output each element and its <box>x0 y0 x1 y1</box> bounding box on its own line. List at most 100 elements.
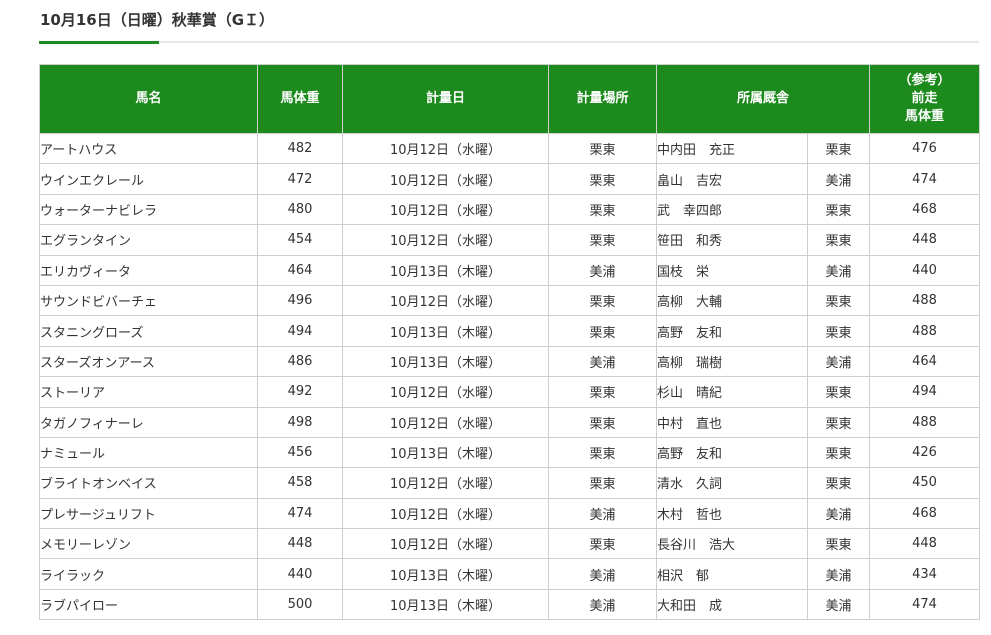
previous-weight-cell: 474 <box>869 163 981 195</box>
body-weight-cell: 492 <box>257 376 343 408</box>
stable-location-cell: 栗東 <box>806 528 871 560</box>
body-weight-cell: 482 <box>257 132 343 165</box>
horse-name-cell: サウンドビバーチェ <box>39 284 258 317</box>
trainer-cell: 中村 直也 <box>656 406 808 438</box>
stable-location-cell: 栗東 <box>806 315 871 347</box>
weigh-date-cell: 10月12日（水曜） <box>342 376 549 408</box>
header-stable: 所属厩舎 <box>655 64 871 134</box>
stable-location-cell: 栗東 <box>806 193 871 226</box>
title-accent-bar <box>39 41 159 44</box>
body-weight-cell: 458 <box>257 467 343 499</box>
previous-weight-cell: 488 <box>869 315 981 347</box>
weigh-place-cell: 栗東 <box>548 132 657 165</box>
trainer-cell: 大和田 成 <box>656 588 808 621</box>
stable-location-cell: 栗東 <box>806 436 871 469</box>
previous-weight-cell: 450 <box>869 467 981 499</box>
previous-weight-cell: 468 <box>869 497 981 530</box>
header-weigh-place: 計量場所 <box>548 64 657 134</box>
stable-location-cell: 栗東 <box>806 224 871 256</box>
table-row: ストーリア 492 10月12日（水曜） 栗東 杉山 晴紀 栗東 494 <box>39 376 981 408</box>
horse-name-cell: ナミュール <box>39 436 258 469</box>
previous-weight-cell: 464 <box>869 345 981 378</box>
header-previous-line3: 馬体重 <box>905 109 945 124</box>
weigh-date-cell: 10月13日（木曜） <box>342 436 549 469</box>
stable-location-cell: 美浦 <box>806 588 871 621</box>
horse-name-cell: ウォーターナビレラ <box>39 193 258 226</box>
table-row: ウォーターナビレラ 480 10月12日（水曜） 栗東武 幸四郎 栗東 468 <box>39 193 981 226</box>
trainer-cell: 相沢 郁 <box>656 558 808 590</box>
trainer-cell: 高柳 大輔 <box>656 284 808 317</box>
previous-weight-cell: 476 <box>869 132 981 165</box>
weigh-place-cell: 栗東 <box>548 436 657 469</box>
header-previous-line2: 前走 <box>911 91 938 106</box>
body-weight-cell: 480 <box>257 193 343 226</box>
header-horse-name: 馬名 <box>39 64 258 134</box>
trainer-cell: 中内田 充正 <box>656 132 808 165</box>
body-weight-cell: 472 <box>257 163 343 195</box>
weigh-date-cell: 10月12日（水曜） <box>342 132 549 165</box>
horse-name-cell: メモリーレゾン <box>39 528 258 560</box>
weigh-place-cell: 栗東 <box>548 528 657 560</box>
weigh-place-cell: 美浦 <box>548 588 657 621</box>
weigh-place-cell: 栗東 <box>548 406 657 438</box>
horse-name-cell: プレサージュリフト <box>39 497 258 530</box>
body-weight-cell: 474 <box>257 497 343 530</box>
body-weight-cell: 456 <box>257 436 343 469</box>
page-title: 10月16日（日曜）秋華賞（GＩ） <box>40 11 275 29</box>
weigh-date-cell: 10月12日（水曜） <box>342 193 549 226</box>
stable-location-cell: 美浦 <box>806 254 871 286</box>
body-weight-cell: 454 <box>257 224 343 256</box>
horse-name-cell: スタニングローズ <box>39 315 258 347</box>
horse-name-cell: スターズオンアース <box>39 345 258 378</box>
trainer-cell: 杉山 晴紀 <box>656 376 808 408</box>
trainer-cell: 畠山 吉宏 <box>656 163 808 195</box>
weigh-date-cell: 10月13日（木曜） <box>342 558 549 590</box>
table-row: サウンドビバーチェ 496 10月12日（水曜） 栗東 高柳 大輔 栗東 488 <box>39 284 981 317</box>
stable-location-cell: 栗東 <box>806 406 871 438</box>
weigh-date-cell: 10月13日（木曜） <box>342 588 549 621</box>
table-row: ライラック 440 10月13日（木曜） 美浦 相沢 郁美浦 434 <box>39 558 981 590</box>
body-weight-cell: 494 <box>257 315 343 347</box>
previous-weight-cell: 426 <box>869 436 981 469</box>
table-row: スタニングローズ 494 10月13日（木曜） 栗東 高野 友和 栗東 488 <box>39 315 981 347</box>
previous-weight-cell: 440 <box>869 254 981 286</box>
trainer-cell: 高野 友和 <box>656 436 808 469</box>
trainer-cell: 国枝 栄 <box>656 254 808 286</box>
table-row: エリカヴィータ 464 10月13日（木曜） 美浦 国枝 栄美浦 440 <box>39 254 981 286</box>
trainer-cell: 長谷川 浩大 <box>656 528 808 560</box>
weigh-date-cell: 10月12日（水曜） <box>342 528 549 560</box>
weigh-date-cell: 10月13日（木曜） <box>342 254 549 286</box>
horse-name-cell: アートハウス <box>39 132 258 165</box>
header-weigh-date: 計量日 <box>342 64 549 134</box>
weigh-date-cell: 10月12日（水曜） <box>342 467 549 499</box>
horse-name-cell: ウインエクレール <box>39 163 258 195</box>
trainer-cell: 高柳 瑞樹 <box>656 345 808 378</box>
weigh-date-cell: 10月12日（水曜） <box>342 284 549 317</box>
horse-name-cell: ストーリア <box>39 376 258 408</box>
weigh-place-cell: 栗東 <box>548 284 657 317</box>
previous-weight-cell: 448 <box>869 528 981 560</box>
weigh-place-cell: 栗東 <box>548 163 657 195</box>
header-previous-line1: （参考） <box>898 73 951 88</box>
weigh-date-cell: 10月12日（水曜） <box>342 406 549 438</box>
table-row: メモリーレゾン 448 10月12日（水曜） 栗東 長谷川 浩大 栗東 448 <box>39 528 981 560</box>
horse-name-cell: ラブパイロー <box>39 588 258 621</box>
weigh-date-cell: 10月12日（水曜） <box>342 163 549 195</box>
weigh-place-cell: 美浦 <box>548 345 657 378</box>
table-row: プレサージュリフト 474 10月12日（水曜） 美浦 木村 哲也 美浦 468 <box>39 497 981 530</box>
previous-weight-cell: 468 <box>869 193 981 226</box>
horse-name-cell: エグランタイン <box>39 224 258 256</box>
table-row: スターズオンアース 486 10月13日（木曜） 美浦 高柳 瑞樹 美浦 464 <box>39 345 981 378</box>
body-weight-cell: 496 <box>257 284 343 317</box>
stable-location-cell: 美浦 <box>806 345 871 378</box>
stable-location-cell: 美浦 <box>806 558 871 590</box>
table-row: タガノフィナーレ 498 10月12日（水曜） 栗東 中村 直也 栗東 488 <box>39 406 981 438</box>
stable-location-cell: 栗東 <box>806 132 871 165</box>
table-row: ウインエクレール 472 10月12日（水曜） 栗東 畠山 吉宏 美浦 474 <box>39 163 981 195</box>
header-previous-weight: （参考） 前走 馬体重 <box>869 64 981 134</box>
weigh-place-cell: 栗東 <box>548 193 657 226</box>
previous-weight-cell: 494 <box>869 376 981 408</box>
stable-location-cell: 栗東 <box>806 284 871 317</box>
previous-weight-cell: 488 <box>869 284 981 317</box>
weigh-place-cell: 栗東 <box>548 315 657 347</box>
